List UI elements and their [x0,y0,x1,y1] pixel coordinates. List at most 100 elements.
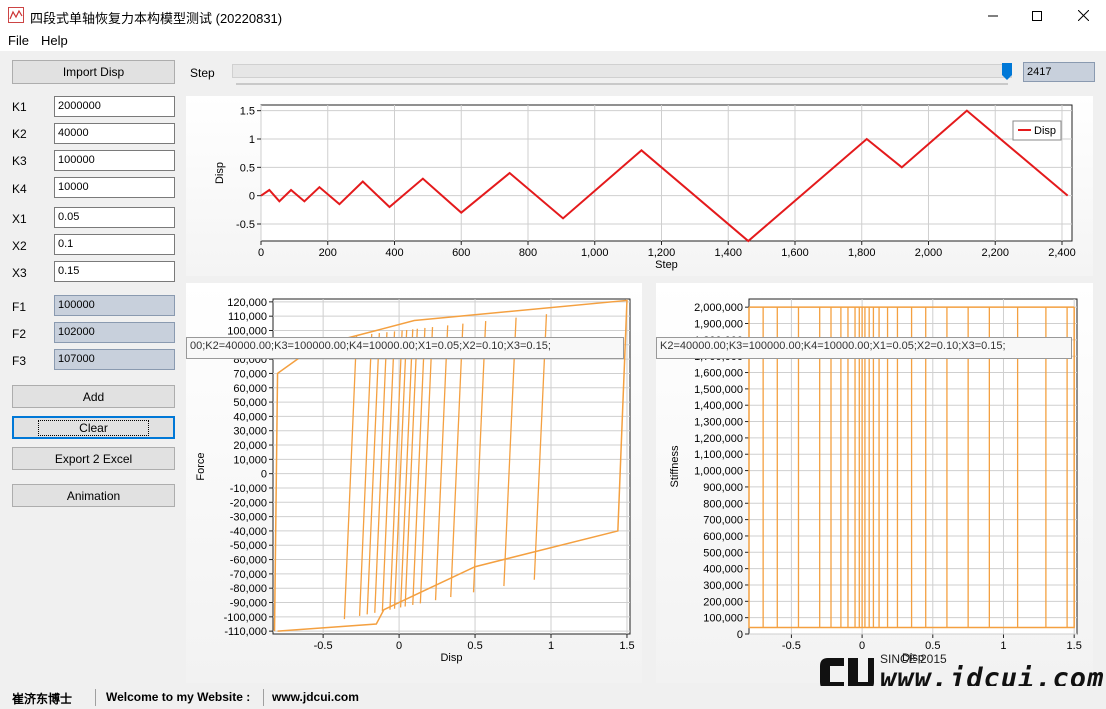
legend-label: Disp [1034,125,1056,137]
y-tick-label: 1,100,000 [694,449,743,461]
disp-chart-panel: 0 200 400 600 800 1,000 1,200 1,400 1,600 1,800 2,… [186,96,1093,276]
x-tick-label: 0.5 [925,640,940,652]
y-tick-label: -110,000 [224,626,267,638]
x-tick-label: 0 [258,247,264,259]
x-tick-label: -0.5 [314,640,333,652]
legend: Disp [1012,120,1062,141]
add-button[interactable]: Add [12,385,175,408]
k1-input[interactable]: 2000000 [54,96,175,117]
y-tick-label: 100,000 [703,613,743,625]
y-tick-label: -10,000 [230,483,267,495]
f3-label: F3 [12,354,27,368]
y-tick-label: 0 [737,629,743,641]
f2-label: F2 [12,327,27,341]
minimize-button[interactable] [970,0,1016,31]
x-tick-label: 400 [385,247,403,259]
y-tick-label: 1,000,000 [694,466,743,478]
status-separator [263,689,264,706]
y-tick-label: 20,000 [233,440,267,452]
y-tick-label: 70,000 [233,368,267,380]
y-tick-label: 700,000 [703,515,743,527]
y-tick-label: 50,000 [233,397,267,409]
disp-chart: 0 200 400 600 800 1,000 1,200 1,400 1,600 1,800 2,… [214,104,1076,271]
step-slider-track[interactable] [232,64,1012,78]
y-tick-label: 60,000 [233,383,267,395]
x3-label: X3 [12,266,27,280]
import-disp-button[interactable]: Import Disp [12,60,175,84]
x-tick-label: 1.5 [1067,640,1082,652]
menu-bar: File Help [0,31,1106,51]
k3-input[interactable]: 100000 [54,150,175,171]
y-tick-label: 400,000 [703,564,743,576]
x2-input[interactable]: 0.1 [54,234,175,255]
y-tick-label: 1,600,000 [694,368,743,380]
y-tick-label: 900,000 [703,482,743,494]
y-tick-label: -80,000 [230,583,267,595]
maximize-button[interactable] [1014,0,1060,31]
y-tick-label: 120,000 [227,297,267,309]
k2-input[interactable]: 40000 [54,123,175,144]
x-tick-label: 1,600 [781,247,809,259]
y-tick-label: 1,300,000 [694,417,743,429]
clear-button-label: Clear [38,419,149,436]
step-slider-thumb[interactable] [1002,63,1013,80]
k2-label: K2 [12,127,27,141]
x1-input[interactable]: 0.05 [54,207,175,228]
title-bar: 四段式单轴恢复力本构模型测试 (20220831) [0,0,1106,31]
menu-file[interactable]: File [8,33,29,48]
y-tick-label: 0.5 [240,162,255,174]
y-tick-label: -90,000 [230,598,267,610]
f3-output: 107000 [54,349,175,370]
x-tick-label: 2,400 [1048,247,1076,259]
f1-label: F1 [12,300,27,314]
x-tick-label: 1 [548,640,554,652]
x3-input[interactable]: 0.15 [54,261,175,282]
y-tick-label: 300,000 [703,580,743,592]
main-window: 四段式单轴恢复力本构模型测试 (20220831) File Help Impo… [0,0,1106,709]
y-tick-label: 1,500,000 [694,384,743,396]
stiffness-params-tooltip: K2=40000.00;K3=100000.00;K4=10000.00;X1=… [656,337,1072,359]
x-tick-label: 2,200 [981,247,1009,259]
f1-output: 100000 [54,295,175,316]
status-author: 崔济东博士 [12,692,73,706]
x-tick-label: 1,200 [648,247,676,259]
y-tick-label: -50,000 [230,540,267,552]
x-axis-title: Step [655,259,678,271]
y-tick-label: 600,000 [703,531,743,543]
status-site-link[interactable]: www.jdcui.com [272,690,359,704]
x-tick-label: 2,000 [915,247,943,259]
y-tick-label: 10,000 [233,454,267,466]
k4-label: K4 [12,182,27,196]
x-tick-label: 1 [1000,640,1006,652]
y-tick-label: -0.5 [236,219,255,231]
y-tick-label: 1.5 [240,106,255,118]
y-tick-label: 40,000 [233,411,267,423]
force-params-tooltip: 00;K2=40000.00;K3=100000.00;K4=10000.00;… [186,337,624,359]
export-excel-button[interactable]: Export 2 Excel [12,447,175,470]
status-bar: 崔济东博士 Welcome to my Website : www.jdcui.… [0,686,1106,709]
clear-button[interactable]: Clear [12,416,175,439]
y-tick-label: 110,000 [228,311,267,323]
app-icon [8,7,24,23]
y-tick-label: 1,200,000 [694,433,743,445]
y-tick-label: 2,000,000 [694,302,743,314]
x-tick-label: 600 [452,247,470,259]
status-separator [95,689,96,706]
step-value: 2417 [1023,62,1095,82]
menu-help[interactable]: Help [41,33,68,48]
x-tick-label: 1,000 [581,247,609,259]
y-tick-label: -70,000 [230,569,267,581]
y-tick-label: 200,000 [703,596,743,608]
x-tick-label: 800 [519,247,537,259]
close-button[interactable] [1060,0,1106,31]
window-title: 四段式单轴恢复力本构模型测试 (20220831) [30,11,283,26]
step-label: Step [190,66,215,80]
k3-label: K3 [12,154,27,168]
x-tick-label: 200 [319,247,337,259]
y-tick-label: 100,000 [227,325,267,337]
animation-button[interactable]: Animation [12,484,175,507]
y-axis-title: Force [195,452,207,480]
k4-input[interactable]: 10000 [54,177,175,198]
y-tick-label: 0 [249,191,255,203]
x-tick-label: 0.5 [467,640,482,652]
